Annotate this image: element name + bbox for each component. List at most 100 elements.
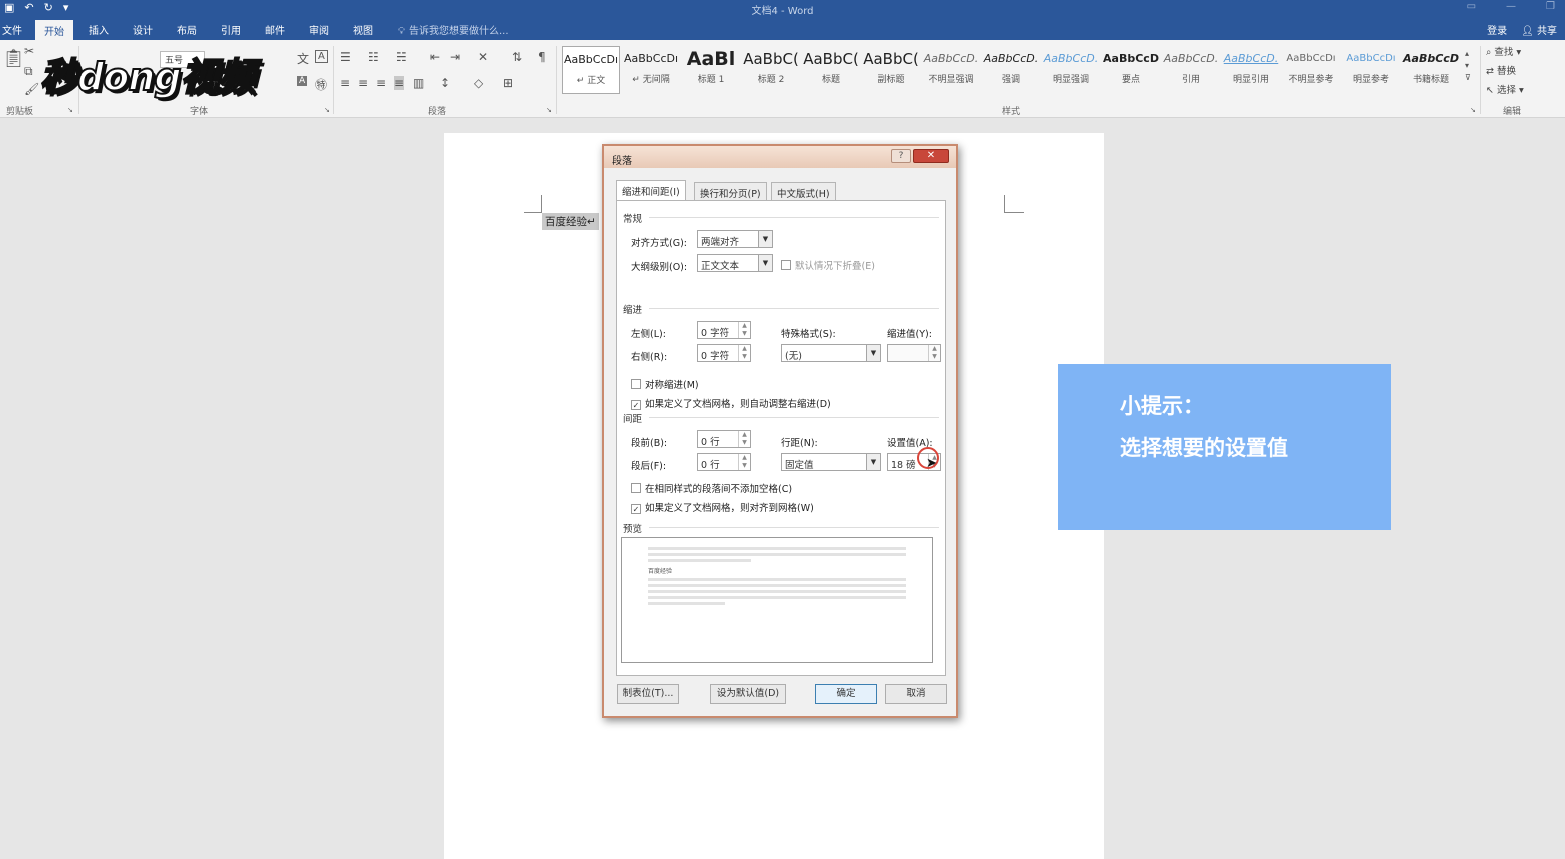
numbering-icon[interactable]: ☷ bbox=[368, 50, 379, 64]
replace-button[interactable]: ⇄ 替换 bbox=[1486, 63, 1556, 82]
char-shading-icon[interactable]: A bbox=[297, 76, 308, 86]
phonetic-guide-icon[interactable]: 文 bbox=[297, 50, 309, 67]
multilevel-list-icon[interactable]: ☵ bbox=[396, 50, 407, 64]
set-default-button[interactable]: 设为默认值(D) bbox=[710, 684, 786, 704]
bullets-icon[interactable]: ☰ bbox=[340, 50, 351, 64]
line-spacing-select[interactable]: 固定值 ▼ bbox=[781, 453, 881, 471]
checkbox-box bbox=[631, 483, 641, 493]
tab-review[interactable]: 审阅 bbox=[309, 22, 329, 37]
char-border-icon[interactable]: A bbox=[315, 50, 328, 63]
spinner-arrows-icon[interactable]: ▲ ▼ bbox=[738, 454, 750, 470]
snap-to-grid-checkbox[interactable]: ✓ 如果定义了文档网格，则对齐到网格(W) bbox=[631, 500, 814, 514]
restore-icon[interactable]: ❐ bbox=[1546, 1, 1555, 12]
tabs-button[interactable]: 制表位(T)... bbox=[617, 684, 679, 704]
spacing-before-label: 段前(B): bbox=[631, 438, 668, 449]
minimize-icon[interactable]: — bbox=[1506, 1, 1516, 12]
dialog-title: 段落 bbox=[612, 156, 632, 167]
dialog-title-bar[interactable]: 段落 ? ✕ bbox=[604, 146, 956, 168]
increase-indent-icon[interactable]: ⇥ bbox=[450, 50, 460, 64]
style-book-title[interactable]: AaBbCcD 书籍标题 bbox=[1402, 46, 1460, 94]
help-button[interactable]: ? bbox=[891, 149, 911, 163]
cut-icon[interactable]: ✂ bbox=[24, 44, 34, 58]
decrease-indent-icon[interactable]: ⇤ bbox=[430, 50, 440, 64]
paragraph-dialog-launcher-icon[interactable]: ↘ bbox=[546, 106, 552, 114]
gallery-scroll-icon[interactable]: ▴ ▾ ⊽ bbox=[1465, 48, 1471, 84]
style-intense-emphasis[interactable]: AaBbCcD. 明显强调 bbox=[1042, 46, 1100, 94]
tab-home[interactable]: 开始 bbox=[35, 20, 73, 40]
margin-corner-mark bbox=[524, 195, 542, 213]
ribbon-display-icon[interactable]: ▭ bbox=[1467, 1, 1476, 12]
style-no-spacing[interactable]: AaBbCcDı ↵ 无间隔 bbox=[622, 46, 680, 94]
tell-me-box[interactable]: 💡︎ 告诉我您想要做什么... bbox=[398, 22, 513, 37]
close-button[interactable]: ✕ bbox=[913, 149, 949, 163]
line-spacing-icon[interactable]: ↕ bbox=[440, 76, 450, 90]
justify-icon[interactable]: ≡ bbox=[394, 76, 405, 90]
share-button[interactable]: 👤︎ 共享 bbox=[1521, 22, 1557, 37]
tab-indents-spacing[interactable]: 缩进和间距(I) bbox=[616, 180, 686, 201]
chinese-layout-icon[interactable]: ✕ bbox=[478, 50, 488, 64]
spacing-before-spinner[interactable]: 0 行 ▲ ▼ bbox=[697, 430, 751, 448]
paragraph-group-label: 段落 bbox=[428, 107, 447, 117]
tab-layout[interactable]: 布局 bbox=[177, 22, 197, 37]
shading-icon[interactable]: ◇ bbox=[474, 76, 483, 90]
indent-left-spinner[interactable]: 0 字符 ▲ ▼ bbox=[697, 321, 751, 339]
style-subtle-reference[interactable]: AaBbCcDı 不明显参考 bbox=[1282, 46, 1340, 94]
style-subtitle[interactable]: AaBbC(副标题 bbox=[862, 46, 920, 94]
style-heading-1[interactable]: AaBl 标题 1 bbox=[682, 46, 740, 94]
outline-level-select[interactable]: 正文文本 ▼ bbox=[697, 254, 773, 272]
font-dialog-launcher-icon[interactable]: ↘ bbox=[324, 106, 330, 114]
tab-asian-typography[interactable]: 中文版式(H) bbox=[771, 182, 836, 200]
tab-insert[interactable]: 插入 bbox=[89, 22, 109, 37]
tab-view[interactable]: 视图 bbox=[353, 22, 373, 37]
preview-line bbox=[648, 559, 752, 562]
ok-button[interactable]: 确定 bbox=[815, 684, 877, 704]
tab-mailings[interactable]: 邮件 bbox=[265, 22, 285, 37]
styles-dialog-launcher-icon[interactable]: ↘ bbox=[1470, 106, 1476, 114]
indent-by-spinner[interactable]: ▲ ▼ bbox=[887, 344, 941, 362]
enclose-char-icon[interactable]: ㊕ bbox=[315, 76, 327, 93]
style-normal[interactable]: AaBbCcDı ↵ 正文 bbox=[562, 46, 620, 94]
font-group-label: 字体 bbox=[190, 107, 209, 117]
spinner-arrows-icon[interactable]: ▲ ▼ bbox=[928, 345, 940, 361]
style-strong[interactable]: AaBbCcD 要点 bbox=[1102, 46, 1160, 94]
style-quote[interactable]: AaBbCcD. 引用 bbox=[1162, 46, 1220, 94]
align-right-icon[interactable]: ≡ bbox=[376, 76, 386, 90]
paste-icon[interactable]: 📋︎ bbox=[2, 48, 25, 69]
document-text[interactable]: 百度经验↵ bbox=[542, 213, 599, 230]
tab-file[interactable]: 文件 bbox=[2, 22, 22, 37]
style-intense-quote[interactable]: AaBbCcD. 明显引用 bbox=[1222, 46, 1280, 94]
cancel-button[interactable]: 取消 bbox=[885, 684, 947, 704]
tab-line-page-breaks[interactable]: 换行和分页(P) bbox=[694, 182, 767, 200]
distributed-icon[interactable]: ▥ bbox=[413, 76, 424, 90]
find-button[interactable]: ⌕ 查找 ▾ bbox=[1486, 44, 1556, 63]
tab-references[interactable]: 引用 bbox=[221, 22, 241, 37]
style-title[interactable]: AaBbC(标题 bbox=[802, 46, 860, 94]
dialog-launcher-icon[interactable]: ↘ bbox=[67, 106, 73, 114]
style-subtle-emphasis[interactable]: AaBbCcD. 不明显强调 bbox=[922, 46, 980, 94]
collapsed-default-checkbox[interactable]: 默认情况下折叠(E) bbox=[781, 258, 875, 272]
spinner-arrows-icon[interactable]: ▲ ▼ bbox=[738, 322, 750, 338]
line-spacing-label: 行距(N): bbox=[781, 438, 818, 449]
sort-icon[interactable]: ⇅ bbox=[512, 50, 522, 64]
align-center-icon[interactable]: ≡ bbox=[358, 76, 368, 90]
auto-adjust-right-indent-checkbox[interactable]: ✓ 如果定义了文档网格，则自动调整右缩进(D) bbox=[631, 396, 831, 410]
borders-icon[interactable]: ⊞ bbox=[503, 76, 513, 90]
login-link[interactable]: 登录 bbox=[1487, 22, 1507, 37]
mirror-indents-checkbox[interactable]: 对称缩进(M) bbox=[631, 377, 699, 391]
spinner-arrows-icon[interactable]: ▲ ▼ bbox=[738, 345, 750, 361]
no-space-same-style-checkbox[interactable]: 在相同样式的段落间不添加空格(C) bbox=[631, 481, 792, 495]
spinner-arrows-icon[interactable]: ▲ ▼ bbox=[738, 431, 750, 447]
select-button[interactable]: ↖ 选择 ▾ bbox=[1486, 82, 1556, 101]
style-intense-reference[interactable]: AaBbCcDı 明显参考 bbox=[1342, 46, 1400, 94]
special-format-select[interactable]: (无) ▼ bbox=[781, 344, 881, 362]
indent-right-spinner[interactable]: 0 字符 ▲ ▼ bbox=[697, 344, 751, 362]
format-painter-icon[interactable]: 🖌︎ bbox=[24, 82, 39, 96]
copy-icon[interactable]: ⧉ bbox=[24, 64, 33, 79]
style-emphasis[interactable]: AaBbCcD. 强调 bbox=[982, 46, 1040, 94]
show-marks-icon[interactable]: ¶ bbox=[538, 50, 546, 64]
spacing-after-spinner[interactable]: 0 行 ▲ ▼ bbox=[697, 453, 751, 471]
alignment-select[interactable]: 两端对齐 ▼ bbox=[697, 230, 773, 248]
tab-design[interactable]: 设计 bbox=[133, 22, 153, 37]
style-heading-2[interactable]: AaBbC(标题 2 bbox=[742, 46, 800, 94]
align-left-icon[interactable]: ≡ bbox=[340, 76, 350, 90]
